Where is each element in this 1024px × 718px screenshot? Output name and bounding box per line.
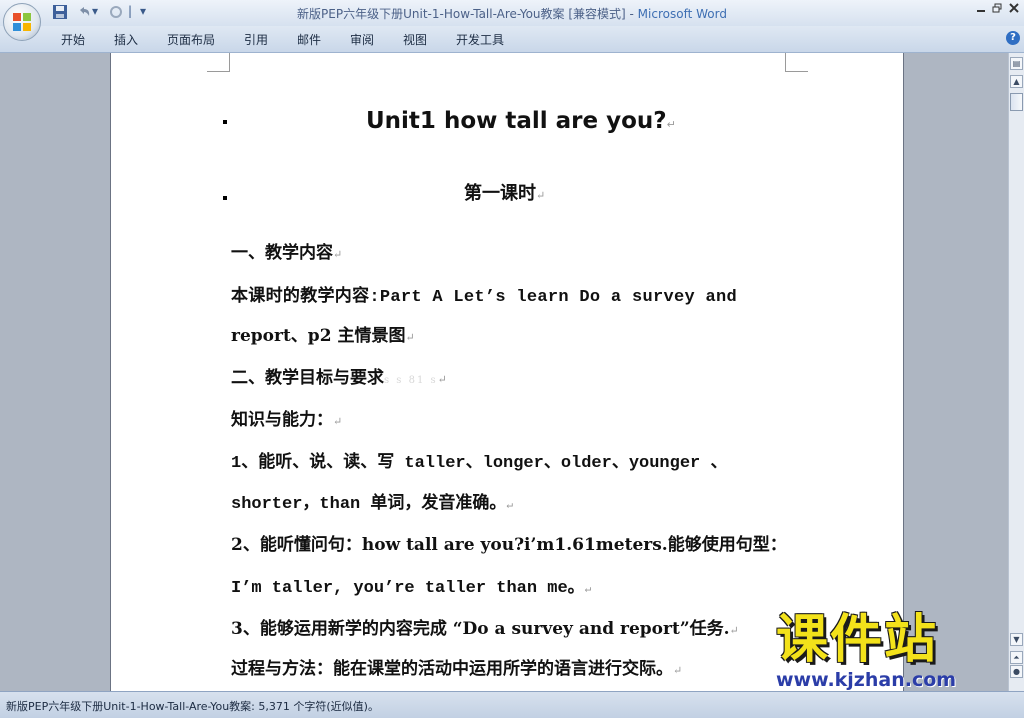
paragraph-mark: ↵ xyxy=(536,189,546,202)
paragraph-mark: ↵ xyxy=(666,118,676,131)
scroll-thumb[interactable] xyxy=(1010,93,1023,111)
tab-developer[interactable]: 开发工具 xyxy=(456,31,504,48)
goal-2-line-2: I’m taller, you’re taller than me。↵ xyxy=(231,572,591,598)
paragraph-mark: ↵ xyxy=(437,373,447,386)
watermark-logo: 课件站 xyxy=(776,610,939,670)
line-text: 二、教学目标与要求 xyxy=(231,368,384,388)
scroll-up-icon[interactable]: ▲ xyxy=(1010,75,1023,88)
tab-review[interactable]: 审阅 xyxy=(350,31,374,48)
goal-1-line: 1、能听、说、读、写 taller、longer、older、younger 、 xyxy=(231,447,727,473)
paragraph-mark: ↵ xyxy=(673,664,683,677)
line-text: 2、能听懂问句：how tall are you?i’m1.61meters.能… xyxy=(231,535,787,555)
status-bar: 新版PEP六年级下册Unit-1-How-Tall-Are-You教案: 5,3… xyxy=(0,691,1024,718)
tab-references[interactable]: 引用 xyxy=(244,31,268,48)
office-logo-icon xyxy=(13,13,31,31)
app-name: Microsoft Word xyxy=(637,7,727,21)
paragraph-bullet xyxy=(223,120,227,124)
document-heading: Unit1 how tall are you?↵ xyxy=(366,108,676,134)
paragraph-bullet xyxy=(223,196,227,200)
teaching-content-line-2: report、p2 主情景图↵ xyxy=(231,321,415,346)
process-method-line: 过程与方法：能在课堂的活动中运用所学的语言进行交际。↵ xyxy=(231,654,682,679)
tab-home[interactable]: 开始 xyxy=(61,31,85,48)
select-browse-object-icon[interactable]: ● xyxy=(1010,665,1023,678)
document-subheading: 第一课时↵ xyxy=(464,179,545,205)
watermark-url: www.kjzhan.com xyxy=(776,669,957,691)
tab-insert[interactable]: 插入 xyxy=(114,31,138,48)
document-page[interactable]: Unit1 how tall are you?↵ 第一课时↵ 一、教学内容↵ 本… xyxy=(110,53,904,693)
window-title: 新版PEP六年级下册Unit-1-How-Tall-Are-You教案 [兼容模… xyxy=(0,5,1024,22)
line-text: 一、教学内容 xyxy=(231,243,333,263)
goal-1-line-2: shorter，than 单词，发音准确。↵ xyxy=(231,488,513,514)
tab-page-layout[interactable]: 页面布局 xyxy=(167,31,215,48)
line-text: 1、能听、说、读、写 taller、longer、older、younger 、 xyxy=(231,454,728,473)
tab-view[interactable]: 视图 xyxy=(403,31,427,48)
scroll-down-icon[interactable]: ▼ xyxy=(1010,633,1023,646)
title-separator: - xyxy=(625,7,638,21)
previous-page-icon[interactable]: ⏶ xyxy=(1010,651,1023,664)
faint-text: s s 81 s xyxy=(384,375,438,386)
crop-mark-right xyxy=(785,53,808,72)
crop-mark-left xyxy=(207,53,230,72)
subheading-text: 第一课时 xyxy=(464,183,536,204)
minimize-icon[interactable] xyxy=(976,2,986,16)
goal-3-line: 3、能够运用新学的内容完成 “Do a survey and report”任务… xyxy=(231,614,739,639)
ribbon-tabs: 开始 插入 页面布局 引用 邮件 审阅 视图 开发工具 ? xyxy=(0,26,1024,53)
line-text: 过程与方法：能在课堂的活动中运用所学的语言进行交际。 xyxy=(231,659,673,679)
teaching-content-line: 本课时的教学内容:Part A Let’s learn Do a survey … xyxy=(231,281,737,307)
document-title: 新版PEP六年级下册Unit-1-How-Tall-Are-You教案 [兼容模… xyxy=(297,7,626,21)
paragraph-mark: ↵ xyxy=(333,415,343,428)
vertical-scrollbar[interactable]: ▤ ▲ ▼ ⏶ ● xyxy=(1008,53,1024,691)
line-text: 3、能够运用新学的内容完成 “Do a survey and report”任务… xyxy=(231,619,730,639)
line-text: 本课时的教学内容:Part A Let’s learn Do a survey … xyxy=(231,288,737,307)
paragraph-mark: ↵ xyxy=(584,584,592,596)
section-teaching-goals: 二、教学目标与要求s s 81 s↵ xyxy=(231,363,447,388)
paragraph-mark: ↵ xyxy=(333,248,343,261)
title-bar: ▾ | ▾ 新版PEP六年级下册Unit-1-How-Tall-Are-You教… xyxy=(0,0,1024,26)
section-teaching-content: 一、教学内容↵ xyxy=(231,238,342,263)
line-text: shorter，than 单词，发音准确。 xyxy=(231,495,507,514)
line-text: report、p2 主情景图 xyxy=(231,326,406,346)
goal-2-line: 2、能听懂问句：how tall are you?i’m1.61meters.能… xyxy=(231,530,787,555)
line-text: I’m taller, you’re taller than me。 xyxy=(231,579,585,598)
office-button[interactable] xyxy=(3,3,41,41)
ruler-toggle-icon[interactable]: ▤ xyxy=(1010,57,1023,70)
paragraph-mark: ↵ xyxy=(729,624,739,637)
heading-text: Unit1 how tall are you? xyxy=(366,108,667,134)
paragraph-mark: ↵ xyxy=(506,500,514,512)
status-text: 新版PEP六年级下册Unit-1-How-Tall-Are-You教案: 5,3… xyxy=(6,700,379,713)
paragraph-mark: ↵ xyxy=(405,331,415,344)
knowledge-ability-heading: 知识与能力：↵ xyxy=(231,405,342,430)
line-text: 知识与能力： xyxy=(231,410,333,430)
help-icon[interactable]: ? xyxy=(1006,31,1020,45)
restore-icon[interactable] xyxy=(992,2,1002,16)
tab-mailings[interactable]: 邮件 xyxy=(297,31,321,48)
close-icon[interactable] xyxy=(1009,2,1019,16)
document-area: Unit1 how tall are you?↵ 第一课时↵ 一、教学内容↵ 本… xyxy=(0,53,1008,693)
